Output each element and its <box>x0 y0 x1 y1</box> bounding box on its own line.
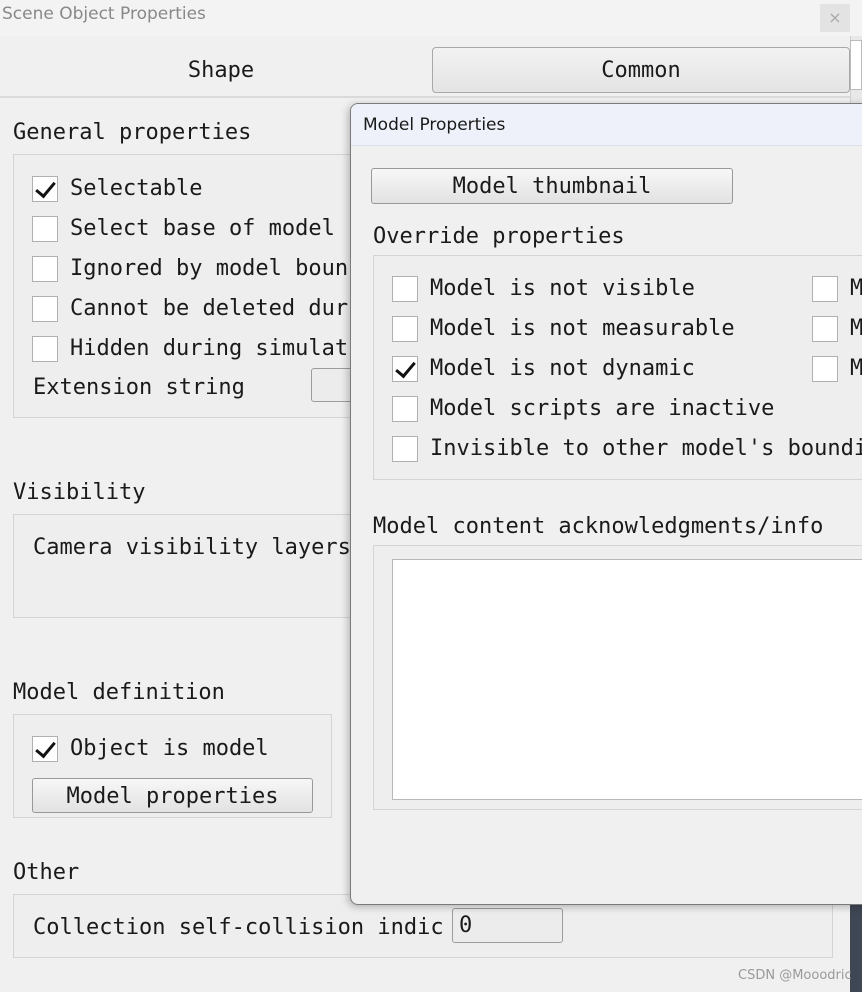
override-right-label-1: M <box>850 276 862 301</box>
background-window-edge <box>850 905 862 992</box>
override-properties-group: Model is not visible Model is not measur… <box>373 255 862 480</box>
cannot-be-deleted-check[interactable] <box>32 296 58 322</box>
model-scripts-inactive-label: Model scripts are inactive <box>430 396 775 421</box>
selectable-label: Selectable <box>70 176 203 201</box>
tab-divider <box>0 96 850 98</box>
visibility-group: Camera visibility layers <box>13 514 358 618</box>
override-properties-title: Override properties <box>373 224 625 249</box>
object-is-model-label: Object is model <box>70 736 269 761</box>
object-is-model-check[interactable] <box>32 736 58 762</box>
model-properties-dialog: Model Properties Model thumbnail Overrid… <box>350 103 862 905</box>
dialog-title: Model Properties <box>363 115 506 135</box>
model-thumbnail-button[interactable]: Model thumbnail <box>371 168 733 204</box>
override-right-check-3[interactable] <box>812 356 838 382</box>
selectable-check[interactable] <box>32 176 58 202</box>
ignored-by-bounding-check[interactable] <box>32 256 58 282</box>
general-properties-group: Selectable Select base of model i Ignore… <box>13 154 371 418</box>
select-base-label: Select base of model i <box>70 216 362 241</box>
other-title: Other <box>13 860 80 885</box>
model-definition-group: Object is model Model properties <box>13 714 332 818</box>
collision-indicator-label: Collection self-collision indic <box>33 915 444 940</box>
visibility-title: Visibility <box>13 480 146 505</box>
override-right-check-2[interactable] <box>812 316 838 342</box>
hidden-during-simulation-check[interactable] <box>32 336 58 362</box>
window-title: Scene Object Properties <box>2 4 206 24</box>
camera-visibility-layers-label: Camera visibility layers <box>33 535 351 560</box>
hidden-during-simulation-label: Hidden during simulati <box>70 336 362 361</box>
override-right-label-3: M <box>850 356 862 381</box>
model-not-dynamic-label: Model is not dynamic <box>430 356 695 381</box>
tab-shape[interactable]: Shape <box>4 48 438 93</box>
model-not-visible-check[interactable] <box>392 276 418 302</box>
invisible-to-bounding-label: Invisible to other model's boundir <box>430 436 862 461</box>
model-scripts-inactive-check[interactable] <box>392 396 418 422</box>
model-info-group <box>373 545 862 810</box>
model-not-measurable-check[interactable] <box>392 316 418 342</box>
model-properties-button[interactable]: Model properties <box>32 778 313 813</box>
ignored-by-bounding-label: Ignored by model bounc <box>70 256 362 281</box>
model-info-title: Model content acknowledgments/info <box>373 514 824 539</box>
tab-common[interactable]: Common <box>432 47 850 93</box>
general-properties-title: General properties <box>13 120 252 145</box>
override-right-label-2: M <box>850 316 862 341</box>
cannot-be-deleted-label: Cannot be deleted duri <box>70 296 362 321</box>
invisible-to-bounding-check[interactable] <box>392 436 418 462</box>
watermark: CSDN @Mooodric <box>738 968 852 983</box>
close-button[interactable]: × <box>820 4 850 32</box>
select-base-check[interactable] <box>32 216 58 242</box>
model-definition-title: Model definition <box>13 680 225 705</box>
model-not-dynamic-check[interactable] <box>392 356 418 382</box>
collision-indicator-input[interactable]: 0 <box>452 908 563 943</box>
model-info-textarea[interactable] <box>392 559 862 800</box>
scrollbar[interactable] <box>850 40 862 90</box>
override-right-check-1[interactable] <box>812 276 838 302</box>
model-not-visible-label: Model is not visible <box>430 276 695 301</box>
extension-string-label: Extension string <box>33 375 245 400</box>
model-not-measurable-label: Model is not measurable <box>430 316 735 341</box>
